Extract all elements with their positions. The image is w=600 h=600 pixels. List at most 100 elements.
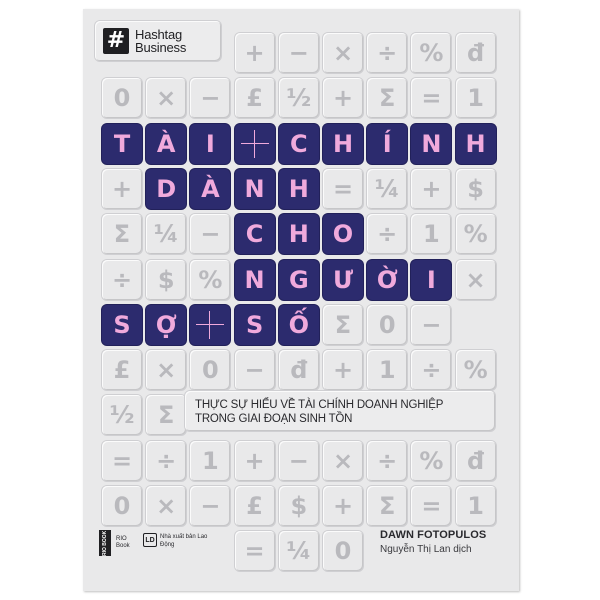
symbol-tile: 0	[367, 304, 408, 345]
plus-icon-mark	[196, 310, 225, 339]
subtitle-line2: TRONG GIAI ĐOẠN SINH TỒN	[195, 413, 353, 425]
symbol-tile: $	[278, 486, 319, 526]
symbol-tile: ¼	[278, 531, 319, 572]
symbol-tile: −	[190, 214, 231, 255]
title-letter-tile: À	[190, 168, 231, 209]
author-block: DAWN FOTOPULOS Nguyễn Thị Lan dịch	[364, 525, 506, 575]
symbol-tile: +	[234, 33, 275, 73]
title-letter-tile: N	[411, 123, 452, 164]
symbol-tile: %	[455, 214, 496, 255]
symbol-tile: ÷	[411, 350, 452, 391]
symbol-tile: 1	[411, 214, 452, 255]
symbol-tile: ½	[102, 395, 142, 436]
title-letter-tile: N	[234, 259, 275, 300]
title-letter-tile: T	[102, 123, 142, 164]
plus-icon-mark	[240, 129, 269, 158]
title-letter-tile: C	[234, 214, 275, 255]
symbol-tile: $	[146, 259, 187, 300]
symbol-tile: =	[411, 486, 452, 526]
symbol-tile: £	[234, 78, 275, 119]
title-letter-tile: C	[278, 123, 319, 164]
symbol-tile: ÷	[367, 214, 408, 255]
symbol-tile: Σ	[323, 304, 363, 345]
symbol-tile: =	[102, 440, 142, 481]
symbol-tile: ÷	[367, 33, 408, 73]
symbol-tile: +	[323, 78, 363, 119]
symbol-tile: 0	[102, 486, 142, 526]
symbol-tile: =	[234, 531, 275, 572]
symbol-tile: 1	[455, 78, 496, 119]
title-letter-tile: À	[146, 123, 187, 164]
title-letter-tile: I	[411, 259, 452, 300]
symbol-tile: %	[455, 350, 496, 391]
symbol-tile: +	[323, 350, 363, 391]
title-letter-tile: G	[278, 259, 319, 300]
symbol-tile: đ	[455, 440, 496, 481]
symbol-tile: +	[411, 168, 452, 209]
title-letter-tile: H	[278, 214, 319, 255]
title-letter-tile: H	[323, 123, 363, 164]
symbol-tile: −	[190, 486, 231, 526]
title-letter-tile: Ờ	[367, 259, 408, 300]
title-letter-tile: N	[234, 168, 275, 209]
symbol-tile: 0	[102, 78, 142, 119]
symbol-tile: ÷	[146, 440, 187, 481]
symbol-tile: %	[411, 440, 452, 481]
symbol-tile: +	[323, 486, 363, 526]
symbol-tile: %	[411, 33, 452, 73]
symbol-tile: ÷	[367, 440, 408, 481]
title-letter-tile: Ư	[323, 259, 363, 300]
symbol-tile: ×	[323, 33, 363, 73]
title-letter-tile: S	[102, 304, 142, 345]
symbol-tile: −	[278, 33, 319, 73]
symbol-tile: ¼	[367, 168, 408, 209]
title-letter-tile: D	[146, 168, 187, 209]
symbol-tile: ×	[146, 486, 187, 526]
symbol-tile: $	[455, 168, 496, 209]
subtitle-line1: THỰC SỰ HIỂU VỀ TÀI CHÍNH DOANH NGHIỆP	[195, 399, 444, 411]
symbol-tile: đ	[278, 350, 319, 391]
symbol-tile: %	[190, 259, 231, 300]
symbol-tile: Σ	[367, 486, 408, 526]
symbol-tile: −	[278, 440, 319, 481]
symbol-tile: 1	[190, 440, 231, 481]
plus-icon	[190, 304, 231, 345]
title-letter-tile: I	[190, 123, 231, 164]
symbol-tile: ¼	[146, 214, 187, 255]
symbol-tile: ×	[455, 259, 496, 300]
hashtag-icon: #	[103, 28, 129, 54]
symbol-tile: −	[234, 350, 275, 391]
plus-icon	[234, 123, 275, 164]
symbol-tile: £	[102, 350, 142, 391]
symbol-tile: 0	[190, 350, 231, 391]
symbol-tile: =	[411, 78, 452, 119]
title-letter-tile: Í	[367, 123, 408, 164]
publisher-logos: RIO BOOK RIO Book LD Nhà xuất bản Lao Độ…	[95, 525, 221, 565]
title-letter-tile: H	[278, 168, 319, 209]
series-name-line2: Business	[135, 40, 187, 55]
symbol-tile: 1	[455, 486, 496, 526]
title-letter-tile: Ợ	[146, 304, 187, 345]
title-letter-tile: H	[455, 123, 496, 164]
symbol-tile: 0	[323, 531, 363, 572]
title-letter-tile: Ố	[278, 304, 319, 345]
symbol-tile: −	[411, 304, 452, 345]
symbol-tile: ×	[146, 350, 187, 391]
series-name: Hashtag Business	[135, 28, 186, 54]
symbol-tile: +	[102, 168, 142, 209]
title-letter-tile: O	[323, 214, 363, 255]
symbol-tile: ÷	[102, 259, 142, 300]
symbol-tile: −	[190, 78, 231, 119]
book-cover: 0¼=1=Σ+$£−×0đ%÷×−+1÷=Σ½%÷1+đ−0×£−0Σ=×%$÷…	[83, 9, 519, 591]
symbol-tile: đ	[455, 33, 496, 73]
symbol-tile: £	[234, 486, 275, 526]
hashtag-business-logo: # Hashtag Business	[95, 21, 221, 61]
symbol-tile: Σ	[102, 214, 142, 255]
symbol-tile: ½	[278, 78, 319, 119]
subtitle: THỰC SỰ HIỂU VỀ TÀI CHÍNH DOANH NGHIỆP T…	[185, 391, 495, 431]
rio-book-logo: RIO BOOK	[99, 530, 111, 556]
rio-book-label: RIO Book	[116, 536, 130, 549]
symbol-tile: ×	[146, 78, 187, 119]
symbol-tile: ×	[323, 440, 363, 481]
title-letter-tile: S	[234, 304, 275, 345]
